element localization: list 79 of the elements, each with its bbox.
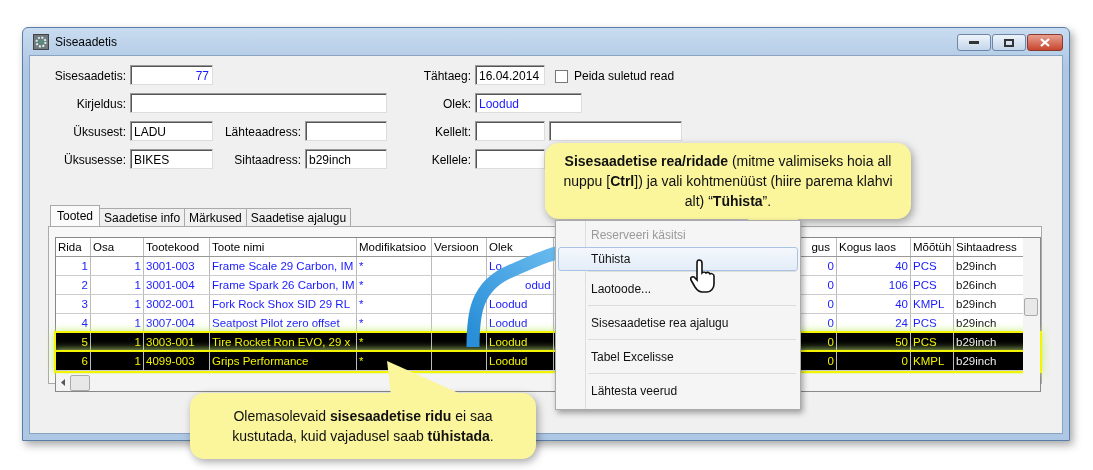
table-cell: 3 xyxy=(56,295,91,313)
table-cell: 4099-003 xyxy=(144,352,210,370)
column-header[interactable]: Osa xyxy=(91,238,144,256)
gear-icon xyxy=(33,33,49,50)
input-field[interactable]: Loodud xyxy=(475,93,582,113)
field-label: Üksusest: xyxy=(72,125,126,139)
column-header[interactable]: Toote nimi xyxy=(210,238,357,256)
input-field[interactable] xyxy=(475,149,545,169)
minimize-button[interactable] xyxy=(957,34,991,51)
table-cell: 2 xyxy=(56,276,91,294)
table-cell: Grips Performance xyxy=(210,352,357,370)
table-cell: Loodud xyxy=(487,295,554,313)
table-cell: 1 xyxy=(56,257,91,275)
table-cell: 1 xyxy=(91,257,144,275)
table-cell: KMPL xyxy=(911,295,954,313)
tab[interactable]: Tooted xyxy=(50,205,101,226)
callout-text: Sisesaadetise rea/ridade (mitme valimiseks hoia all nuppu [Ctrl]) ja vali kohtmenüüst (hiire parema klahvi alt) “Tühista”. xyxy=(562,152,894,211)
table-cell: 40 xyxy=(837,257,911,275)
column-header[interactable]: Rida xyxy=(56,238,91,256)
field-label: Sisesaadetis: xyxy=(53,69,126,83)
input-field[interactable] xyxy=(549,121,682,141)
table-cell: 3001-003 xyxy=(144,257,210,275)
checkbox[interactable] xyxy=(555,69,568,83)
table-cell: Fork Rock Shox SID 29 RL xyxy=(210,295,357,313)
scroll-left-icon[interactable] xyxy=(61,379,65,386)
table-cell: 1 xyxy=(91,352,144,370)
table-cell: 40 xyxy=(837,295,911,313)
table-cell: odud xyxy=(487,276,554,294)
column-header[interactable]: Tootekood xyxy=(144,238,210,256)
table-cell: 1 xyxy=(91,295,144,313)
maximize-icon xyxy=(1004,38,1014,47)
input-field[interactable]: 16.04.2014 xyxy=(475,65,545,85)
table-cell: 1 xyxy=(91,276,144,294)
menu-item[interactable]: Tühista xyxy=(558,247,798,271)
field-label: Kirjeldus: xyxy=(75,97,126,111)
field-label: Sihtaadress: xyxy=(233,153,301,167)
vertical-scrollbar[interactable] xyxy=(1023,238,1040,391)
table-cell: Frame Scale 29 Carbon, IM xyxy=(210,257,357,275)
scrollbar-thumb[interactable] xyxy=(70,374,90,391)
table-cell: * xyxy=(357,257,432,275)
callout-text: Olemasolevaid sisesaadetise ridu ei saa kustutada, kuid vajadusel saab tühistada. xyxy=(231,407,495,446)
table-cell: PCS xyxy=(911,276,954,294)
column-header[interactable]: Mõõtüh xyxy=(911,238,954,256)
input-field[interactable]: BIKES xyxy=(130,149,213,169)
column-header[interactable]: Modifikatsioo xyxy=(357,238,432,256)
table-cell: PCS xyxy=(911,257,954,275)
column-header[interactable]: Kogus laos xyxy=(837,238,911,256)
table-cell: Lo xyxy=(487,257,554,275)
input-field[interactable] xyxy=(475,121,545,141)
checkbox-label: Peida suletud read xyxy=(574,69,675,83)
tab[interactable]: Saadetise ajalugu xyxy=(245,208,352,226)
input-field[interactable] xyxy=(305,121,387,141)
input-field[interactable] xyxy=(130,93,387,113)
field-label: Lähteaadress: xyxy=(223,125,301,139)
table-cell: Loodud xyxy=(487,352,554,370)
table-cell: Frame Spark 26 Carbon, IM xyxy=(210,276,357,294)
table-cell: 6 xyxy=(56,352,91,370)
input-field[interactable]: b29inch xyxy=(305,149,387,169)
table-cell: 3002-001 xyxy=(144,295,210,313)
close-icon xyxy=(1040,38,1050,47)
field-label: Kellele: xyxy=(430,153,471,167)
table-cell: KMPL xyxy=(911,352,954,370)
field-label: Olek: xyxy=(442,97,471,111)
close-button[interactable] xyxy=(1027,34,1063,51)
input-field[interactable]: LADU xyxy=(130,121,213,141)
column-header[interactable]: Versioon xyxy=(432,238,487,256)
menu-item[interactable]: Lähtesta veerud xyxy=(558,374,798,407)
field-label: Üksusesse: xyxy=(62,153,126,167)
table-cell: * xyxy=(357,295,432,313)
table-cell: * xyxy=(357,276,432,294)
maximize-button[interactable] xyxy=(992,34,1026,51)
table-cell: 106 xyxy=(837,276,911,294)
minimize-icon xyxy=(969,40,979,45)
field-label: Tähtaeg: xyxy=(422,69,471,83)
field-label: Kellelt: xyxy=(433,125,471,139)
window-title: Siseaadetis xyxy=(55,34,118,49)
table-cell: 3001-004 xyxy=(144,276,210,294)
table-cell: 0 xyxy=(837,352,911,370)
input-field[interactable]: 77 xyxy=(130,65,213,85)
